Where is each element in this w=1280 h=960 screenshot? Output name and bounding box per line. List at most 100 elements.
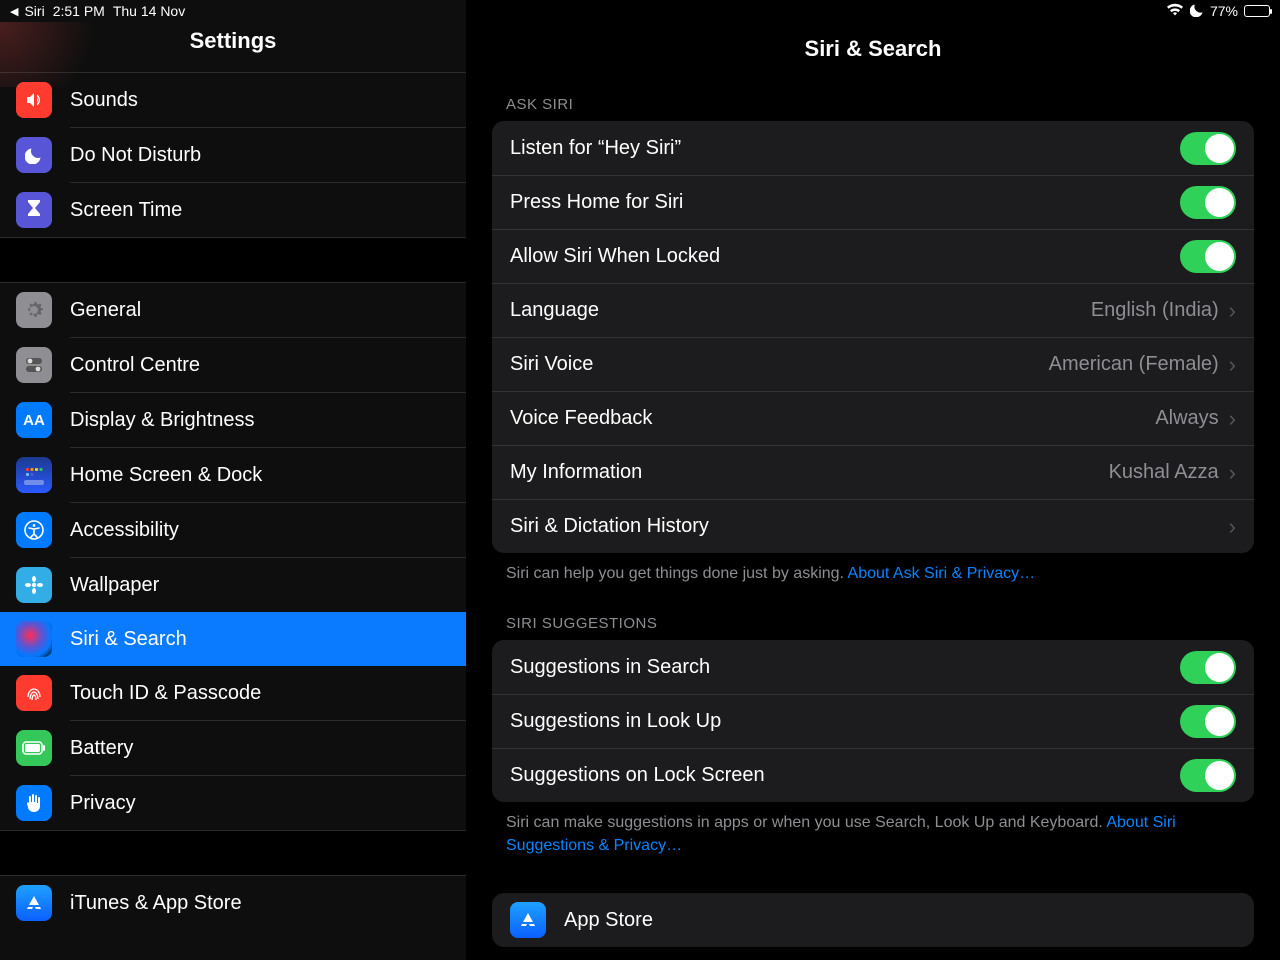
sidebar-item-wallpaper[interactable]: Wallpaper xyxy=(0,558,466,612)
ask-siri-card: Listen for “Hey Siri” Press Home for Sir… xyxy=(492,121,1254,553)
sidebar-item-touchid[interactable]: Touch ID & Passcode xyxy=(0,666,466,720)
sidebar-item-itunes[interactable]: iTunes & App Store xyxy=(0,876,466,930)
status-bar: ◀ Siri 2:51 PM Thu 14 Nov 77% xyxy=(0,0,1280,22)
settings-sidebar: Settings Sounds Do Not Disturb Screen Ti… xyxy=(0,0,466,960)
footer-text: Siri can help you get things done just b… xyxy=(506,565,844,582)
sidebar-item-display[interactable]: AA Display & Brightness xyxy=(0,393,466,447)
row-language[interactable]: Language English (India) › xyxy=(492,283,1254,337)
text-size-icon: AA xyxy=(16,402,52,438)
sidebar-item-label: Accessibility xyxy=(70,519,179,542)
row-label: Siri & Dictation History xyxy=(510,515,1229,538)
footer-text: Siri can make suggestions in apps or whe… xyxy=(506,814,1103,831)
sidebar-item-label: Privacy xyxy=(70,792,136,815)
row-value: Always xyxy=(1155,407,1218,430)
row-when-locked[interactable]: Allow Siri When Locked xyxy=(492,229,1254,283)
status-back-app[interactable]: Siri xyxy=(24,3,44,19)
gear-icon xyxy=(16,292,52,328)
row-suggest-lock[interactable]: Suggestions on Lock Screen xyxy=(492,748,1254,802)
sidebar-item-label: iTunes & App Store xyxy=(70,892,242,915)
sidebar-item-accessibility[interactable]: Accessibility xyxy=(0,503,466,557)
dnd-moon-icon xyxy=(1190,3,1204,20)
row-hey-siri[interactable]: Listen for “Hey Siri” xyxy=(492,121,1254,175)
status-time: 2:51 PM xyxy=(53,3,105,19)
toggle-suggest-lock[interactable] xyxy=(1180,759,1236,792)
apps-card: App Store xyxy=(492,893,1254,947)
battery-icon xyxy=(16,730,52,766)
row-value: English (India) xyxy=(1091,299,1219,322)
row-label: My Information xyxy=(510,461,1109,484)
wifi-icon xyxy=(1166,3,1184,19)
sidebar-item-label: Siri & Search xyxy=(70,628,187,651)
sidebar-item-label: Touch ID & Passcode xyxy=(70,682,261,705)
toggles-icon xyxy=(16,347,52,383)
row-siri-voice[interactable]: Siri Voice American (Female) › xyxy=(492,337,1254,391)
row-label: Suggestions in Search xyxy=(510,656,1180,679)
toggle-hey-siri[interactable] xyxy=(1180,132,1236,165)
sidebar-item-privacy[interactable]: Privacy xyxy=(0,776,466,830)
sidebar-item-control-centre[interactable]: Control Centre xyxy=(0,338,466,392)
about-ask-siri-link[interactable]: About Ask Siri & Privacy… xyxy=(848,565,1036,582)
row-voice-feedback[interactable]: Voice Feedback Always › xyxy=(492,391,1254,445)
sidebar-item-homescreen[interactable]: Home Screen & Dock xyxy=(0,448,466,502)
sidebar-item-label: Control Centre xyxy=(70,354,200,377)
toggle-suggest-lookup[interactable] xyxy=(1180,705,1236,738)
chevron-right-icon: › xyxy=(1229,352,1236,378)
sidebar-item-screentime[interactable]: Screen Time xyxy=(0,183,466,237)
row-app-appstore[interactable]: App Store xyxy=(492,893,1254,947)
sidebar-item-siri-search[interactable]: Siri & Search xyxy=(0,612,466,666)
siri-suggestions-card: Suggestions in Search Suggestions in Loo… xyxy=(492,640,1254,802)
battery-pct: 77% xyxy=(1210,3,1238,19)
page-title: Siri & Search xyxy=(466,12,1280,96)
chevron-right-icon: › xyxy=(1229,460,1236,486)
section-header-ask-siri: ASK SIRI xyxy=(466,96,1280,121)
sidebar-item-sounds[interactable]: Sounds xyxy=(0,73,466,127)
row-suggest-lookup[interactable]: Suggestions in Look Up xyxy=(492,694,1254,748)
hourglass-icon xyxy=(16,192,52,228)
sidebar-item-battery[interactable]: Battery xyxy=(0,721,466,775)
fingerprint-icon xyxy=(16,675,52,711)
toggle-suggest-search[interactable] xyxy=(1180,651,1236,684)
moon-icon xyxy=(16,137,52,173)
row-label: App Store xyxy=(564,909,1236,932)
sidebar-item-label: Display & Brightness xyxy=(70,409,255,432)
row-label: Suggestions on Lock Screen xyxy=(510,764,1180,787)
back-chevron-icon[interactable]: ◀ xyxy=(10,5,18,18)
row-label: Allow Siri When Locked xyxy=(510,245,1180,268)
sidebar-item-label: General xyxy=(70,299,141,322)
row-history[interactable]: Siri & Dictation History › xyxy=(492,499,1254,553)
sidebar-item-label: Screen Time xyxy=(70,199,182,222)
chevron-right-icon: › xyxy=(1229,406,1236,432)
sidebar-item-dnd[interactable]: Do Not Disturb xyxy=(0,128,466,182)
row-label: Siri Voice xyxy=(510,353,1049,376)
row-press-home[interactable]: Press Home for Siri xyxy=(492,175,1254,229)
row-value: Kushal Azza xyxy=(1109,461,1219,484)
speaker-icon xyxy=(16,82,52,118)
chevron-right-icon: › xyxy=(1229,514,1236,540)
appstore-icon xyxy=(16,885,52,921)
sidebar-item-label: Home Screen & Dock xyxy=(70,464,262,487)
row-label: Listen for “Hey Siri” xyxy=(510,137,1180,160)
sidebar-item-label: Battery xyxy=(70,737,133,760)
accessibility-icon xyxy=(16,512,52,548)
home-screen-icon xyxy=(16,457,52,493)
row-value: American (Female) xyxy=(1049,353,1219,376)
row-label: Press Home for Siri xyxy=(510,191,1180,214)
row-my-information[interactable]: My Information Kushal Azza › xyxy=(492,445,1254,499)
ask-siri-footer: Siri can help you get things done just b… xyxy=(466,553,1280,615)
appstore-icon xyxy=(510,902,546,938)
sidebar-item-general[interactable]: General xyxy=(0,283,466,337)
toggle-when-locked[interactable] xyxy=(1180,240,1236,273)
row-suggest-search[interactable]: Suggestions in Search xyxy=(492,640,1254,694)
flower-icon xyxy=(16,567,52,603)
sidebar-item-label: Sounds xyxy=(70,89,138,112)
toggle-press-home[interactable] xyxy=(1180,186,1236,219)
row-label: Voice Feedback xyxy=(510,407,1155,430)
status-date: Thu 14 Nov xyxy=(113,3,185,19)
row-label: Suggestions in Look Up xyxy=(510,710,1180,733)
section-header-suggestions: SIRI SUGGESTIONS xyxy=(466,615,1280,640)
settings-detail: Siri & Search ASK SIRI Listen for “Hey S… xyxy=(466,0,1280,960)
hand-icon xyxy=(16,785,52,821)
sidebar-item-label: Do Not Disturb xyxy=(70,144,201,167)
siri-icon xyxy=(16,621,52,657)
row-label: Language xyxy=(510,299,1091,322)
